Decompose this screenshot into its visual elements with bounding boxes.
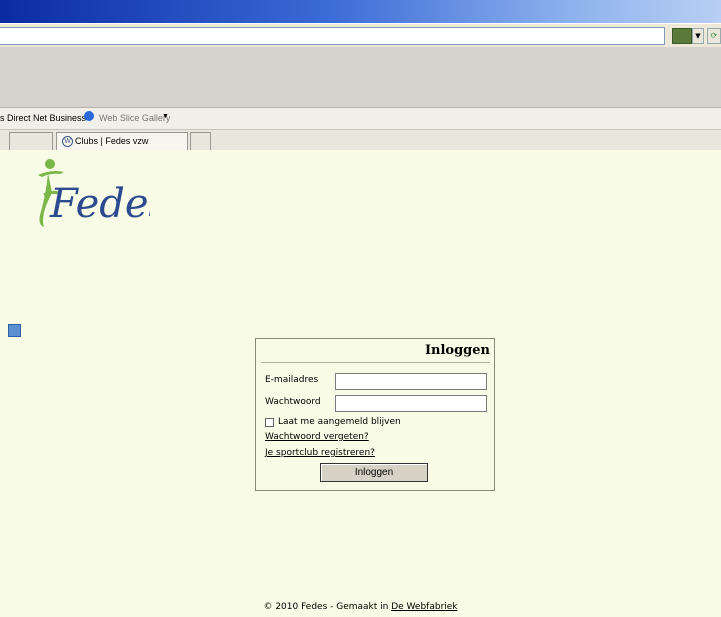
email-field[interactable] xyxy=(335,373,487,390)
address-field[interactable] xyxy=(0,27,665,45)
favorite-item[interactable]: s Direct Net Business xyxy=(0,113,86,123)
tab-clubs-fedes[interactable] xyxy=(9,132,53,150)
remember-me-checkbox[interactable] xyxy=(265,418,274,427)
logo-wordmark: Fedes xyxy=(49,181,150,227)
compatibility-view-icon[interactable]: ⟳ xyxy=(707,28,721,44)
command-area xyxy=(0,47,721,107)
web-slice-gallery-link[interactable]: Web Slice Gallery xyxy=(99,113,170,123)
tab-label: Clubs | Fedes vzw xyxy=(75,136,149,146)
page-content: Fedes Inloggen E-mailadres Wachtwoord La… xyxy=(0,150,721,617)
footer-text: © 2010 Fedes - Gemaakt in xyxy=(263,602,389,612)
webfabriek-link[interactable]: De Webfabriek xyxy=(391,602,457,612)
footer: © 2010 Fedes - Gemaakt in De Webfabriek xyxy=(0,602,721,612)
password-label: Wachtwoord xyxy=(265,397,321,407)
fedes-logo[interactable]: Fedes xyxy=(30,155,150,230)
new-tab-button[interactable] xyxy=(190,132,211,150)
remember-me-label: Laat me aangemeld blijven xyxy=(278,417,401,427)
divider xyxy=(261,362,490,363)
password-field[interactable] xyxy=(335,395,487,412)
ie-page-icon xyxy=(84,111,94,121)
login-button[interactable]: Inloggen xyxy=(320,463,428,482)
forgot-password-link[interactable]: Wachtwoord vergeten? xyxy=(265,432,369,442)
expand-icon[interactable] xyxy=(8,324,21,337)
login-panel: Inloggen E-mailadres Wachtwoord Laat me … xyxy=(255,338,495,491)
window-title-bar xyxy=(0,0,721,23)
wordpress-icon: W xyxy=(62,136,73,147)
tab-active[interactable]: W Clubs | Fedes vzw xyxy=(56,132,188,150)
register-club-link[interactable]: Je sportclub registreren? xyxy=(265,448,375,458)
email-label: E-mailadres xyxy=(265,375,319,385)
dropdown-arrow-icon[interactable]: ▼ xyxy=(692,28,704,44)
chevron-down-icon[interactable]: ▼ xyxy=(162,113,169,120)
address-bar: ▼ ⟳ xyxy=(0,23,721,48)
security-flag-icon[interactable] xyxy=(672,28,692,44)
login-title: Inloggen xyxy=(424,343,490,358)
tab-bar: W Clubs | Fedes vzw xyxy=(0,129,721,151)
favorites-bar: s Direct Net Business Web Slice Gallery … xyxy=(0,107,721,130)
